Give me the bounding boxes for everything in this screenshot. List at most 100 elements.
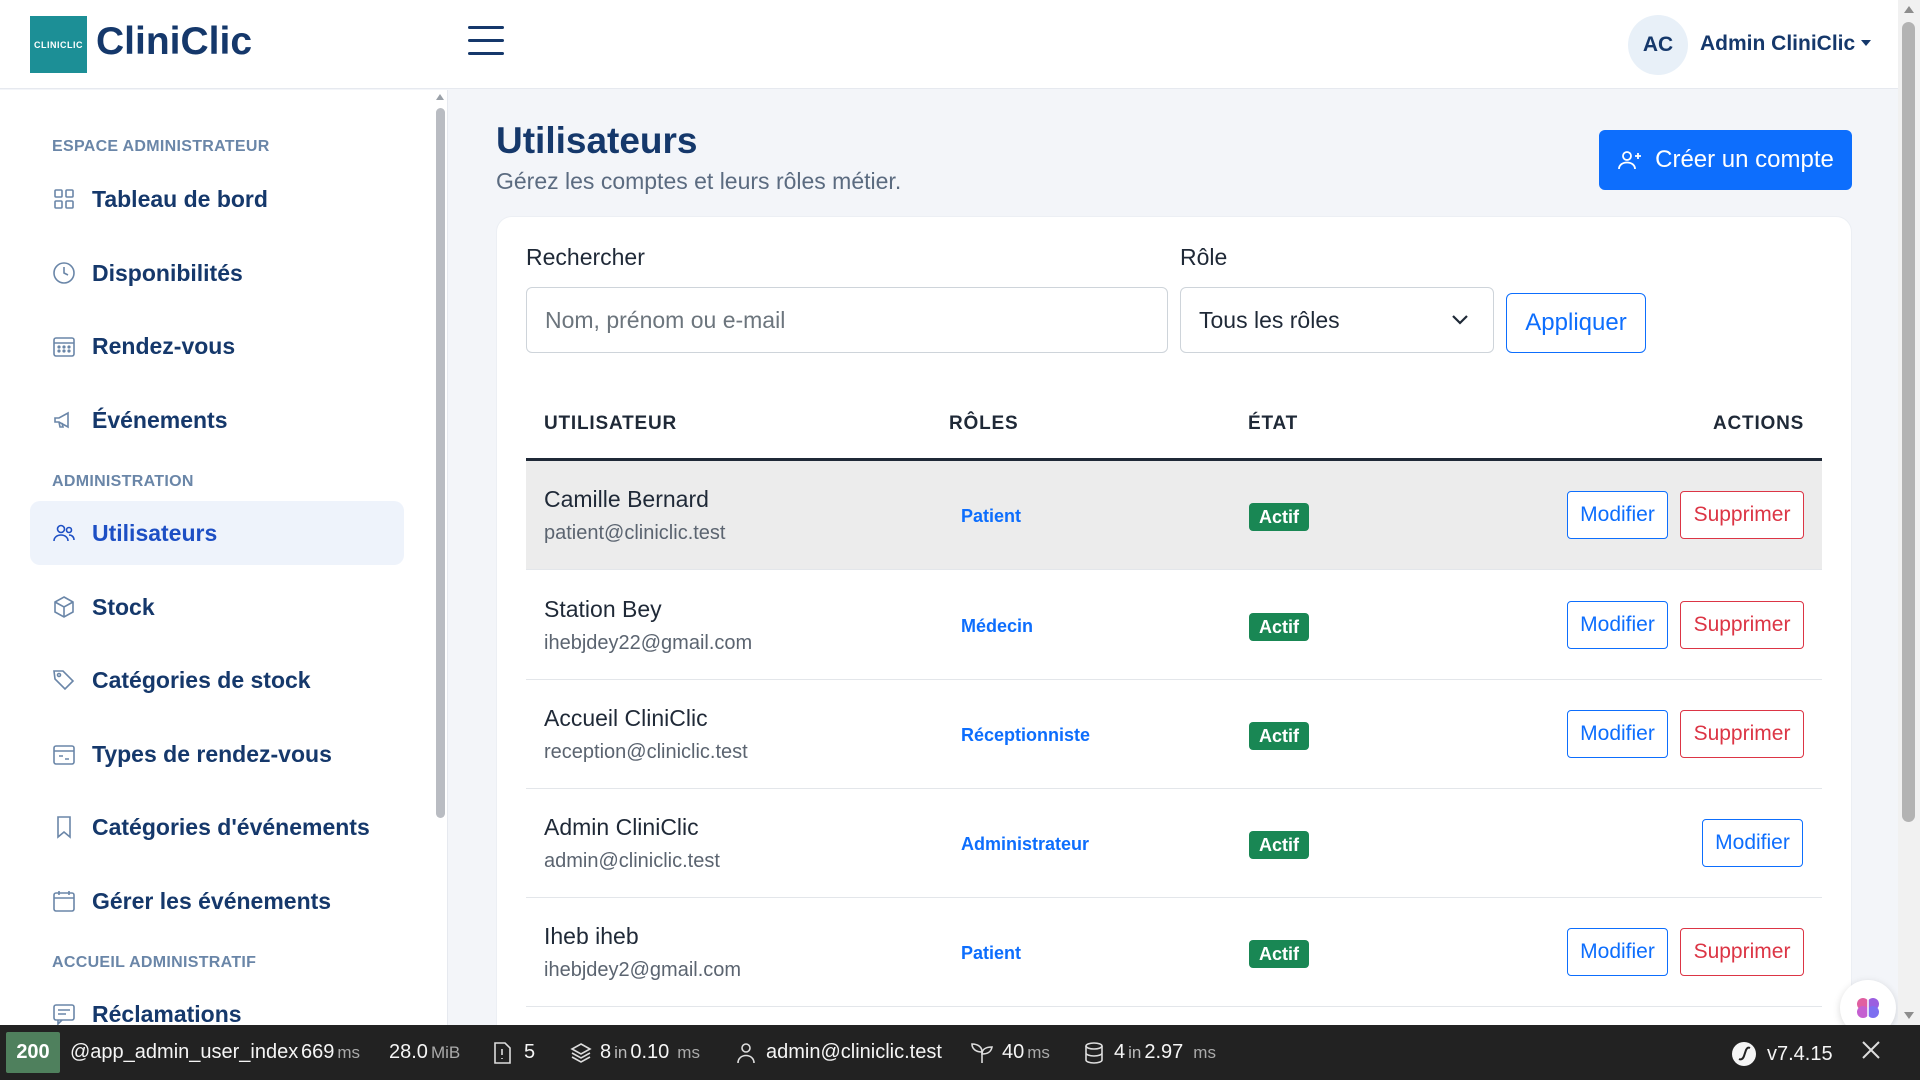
- queries-time: 2.97: [1144, 1041, 1184, 1063]
- delete-button[interactable]: Supprimer: [1680, 491, 1804, 539]
- user-name: Station Bey: [544, 596, 662, 622]
- memory-unit: MiB: [430, 1042, 461, 1062]
- database-panel[interactable]: 4 in 2.97 ms: [1084, 1041, 1216, 1064]
- sidebar-item-stock[interactable]: Stock: [30, 575, 404, 639]
- tags-icon: [52, 668, 76, 692]
- calendar-blank-icon: [52, 889, 76, 913]
- users-icon: [52, 521, 76, 545]
- sidebar-scroll-up-icon[interactable]: [436, 94, 444, 100]
- user-email: ihebjdey2@gmail.com: [544, 959, 742, 981]
- security-panel[interactable]: admin@cliniclic.test: [736, 1041, 942, 1064]
- status-badge: Actif: [1249, 940, 1309, 968]
- edit-button[interactable]: Modifier: [1567, 601, 1668, 649]
- user-email: reception@cliniclic.test: [544, 741, 748, 763]
- clock-icon: [52, 261, 76, 285]
- role-label: Administrateur: [961, 834, 1090, 854]
- table-row[interactable]: Camille Bernard patient@cliniclic.test P…: [526, 461, 1822, 570]
- symfony-logo-icon: [1732, 1042, 1756, 1066]
- route-name[interactable]: @app_admin_user_index: [70, 1041, 298, 1064]
- sidebar-item-users[interactable]: Utilisateurs: [30, 501, 404, 565]
- table-row[interactable]: Accueil CliniClic reception@cliniclic.te…: [526, 680, 1822, 789]
- memory-value: 28.0: [389, 1041, 428, 1063]
- sidebar-item-stock-categories[interactable]: Catégories de stock: [30, 648, 404, 712]
- sidebar-item-complaints[interactable]: Réclamations: [30, 982, 404, 1025]
- sidebar-item-appointments[interactable]: Rendez-vous: [30, 314, 404, 378]
- edit-button[interactable]: Modifier: [1567, 710, 1668, 758]
- user-email: admin@cliniclic.test: [544, 850, 720, 872]
- sidebar-item-label: Utilisateurs: [92, 519, 218, 546]
- sidebar-item-label: Tableau de bord: [92, 185, 268, 212]
- user-name: Admin CliniClic: [544, 814, 699, 840]
- apply-button[interactable]: Appliquer: [1506, 293, 1646, 353]
- role-select-value: Tous les rôles: [1199, 306, 1340, 333]
- top-header: CLINICLIC CliniClic AC Admin CliniClic: [0, 0, 1898, 89]
- role-select[interactable]: Tous les rôles: [1180, 287, 1494, 353]
- sidebar-section-administration: ADMINISTRATION: [52, 473, 194, 490]
- route-text: @app_admin_user_index: [70, 1041, 299, 1063]
- brain-icon: [1857, 998, 1879, 1018]
- scroll-up-icon[interactable]: [1904, 6, 1914, 13]
- logo[interactable]: CLINICLIC: [30, 16, 87, 73]
- table-row[interactable]: Station Bey ihebjdey22@gmail.com Médecin…: [526, 571, 1822, 680]
- close-toolbar-icon[interactable]: [1860, 1039, 1882, 1061]
- box-icon: [52, 595, 76, 619]
- page-scrollbar-thumb[interactable]: [1902, 22, 1915, 822]
- brand-name[interactable]: CliniClic: [96, 20, 252, 64]
- templates-in-label: in: [614, 1042, 628, 1062]
- logs-panel[interactable]: 5: [492, 1041, 535, 1064]
- user-name: Accueil CliniClic: [544, 705, 708, 731]
- search-input[interactable]: [526, 287, 1168, 353]
- status-badge: Actif: [1249, 503, 1309, 531]
- request-time[interactable]: 669 ms: [301, 1041, 360, 1064]
- edit-button[interactable]: Modifier: [1567, 928, 1668, 976]
- sidebar-item-manage-events[interactable]: Gérer les événements: [30, 869, 404, 933]
- megaphone-icon: [52, 408, 76, 432]
- bookmark-icon: [52, 815, 76, 839]
- edit-button[interactable]: Modifier: [1567, 491, 1668, 539]
- layers-icon: [570, 1042, 592, 1063]
- edit-button[interactable]: Modifier: [1702, 819, 1803, 867]
- avatar[interactable]: AC: [1628, 15, 1688, 75]
- create-account-button[interactable]: Créer un compte: [1599, 130, 1852, 190]
- sidebar-item-appointment-types[interactable]: Types de rendez-vous: [30, 722, 404, 786]
- menu-toggle-icon[interactable]: [468, 26, 504, 58]
- sidebar-item-label: Rendez-vous: [92, 332, 236, 359]
- sidebar-item-event-categories[interactable]: Catégories d'événements: [30, 795, 404, 859]
- user-name: Admin CliniClic: [1700, 32, 1856, 55]
- table-row[interactable]: Admin CliniClic admin@cliniclic.test Adm…: [526, 789, 1822, 898]
- scroll-down-icon[interactable]: [1904, 1012, 1914, 1019]
- role-label: Rôle: [1180, 244, 1228, 270]
- symfony-version-panel[interactable]: v7.4.15: [1731, 1041, 1833, 1067]
- plant-icon: [971, 1042, 993, 1063]
- init-time-panel[interactable]: 40 ms: [970, 1041, 1050, 1064]
- role-label: Réceptionniste: [961, 725, 1091, 745]
- user-plus-icon: [1618, 151, 1642, 170]
- status-badge: Actif: [1249, 831, 1309, 859]
- column-header-roles[interactable]: RÔLES: [949, 413, 1018, 435]
- sidebar-item-label: Événements: [92, 406, 228, 433]
- column-header-actions: ACTIONS: [1713, 413, 1805, 434]
- delete-button[interactable]: Supprimer: [1680, 710, 1804, 758]
- status-badge: Actif: [1249, 613, 1309, 641]
- sidebar-item-events[interactable]: Événements: [30, 388, 404, 452]
- table-row[interactable]: Iheb iheb ihebjdey2@gmail.com Patient Ac…: [526, 898, 1822, 1007]
- twig-panel[interactable]: 8 in 0.10 ms: [570, 1041, 700, 1064]
- sidebar-item-dashboard[interactable]: Tableau de bord: [30, 167, 404, 231]
- sidebar-section-reception: ACCUEIL ADMINISTRATIF: [52, 954, 257, 971]
- user-menu-dropdown[interactable]: Admin CliniClic: [1700, 32, 1872, 56]
- delete-button[interactable]: Supprimer: [1680, 601, 1804, 649]
- page-title: Utilisateurs: [496, 120, 698, 161]
- status-code-badge[interactable]: 200: [6, 1032, 60, 1073]
- queries-unit: ms: [1193, 1042, 1216, 1062]
- sidebar: ESPACE ADMINISTRATEUR Tableau de bord Di…: [0, 90, 448, 1025]
- memory-usage[interactable]: 28.0 MiB: [389, 1041, 460, 1064]
- delete-button[interactable]: Supprimer: [1680, 928, 1804, 976]
- sidebar-scrollbar[interactable]: [436, 108, 445, 818]
- column-header-status[interactable]: ÉTAT: [1248, 413, 1298, 435]
- sidebar-item-label: Catégories de stock: [92, 666, 311, 693]
- templates-unit: ms: [677, 1042, 700, 1062]
- symfony-version: v7.4.15: [1767, 1042, 1833, 1065]
- sidebar-item-availability[interactable]: Disponibilités: [30, 241, 404, 305]
- create-account-label: Créer un compte: [1655, 146, 1834, 173]
- column-header-user[interactable]: UTILISATEUR: [544, 413, 677, 435]
